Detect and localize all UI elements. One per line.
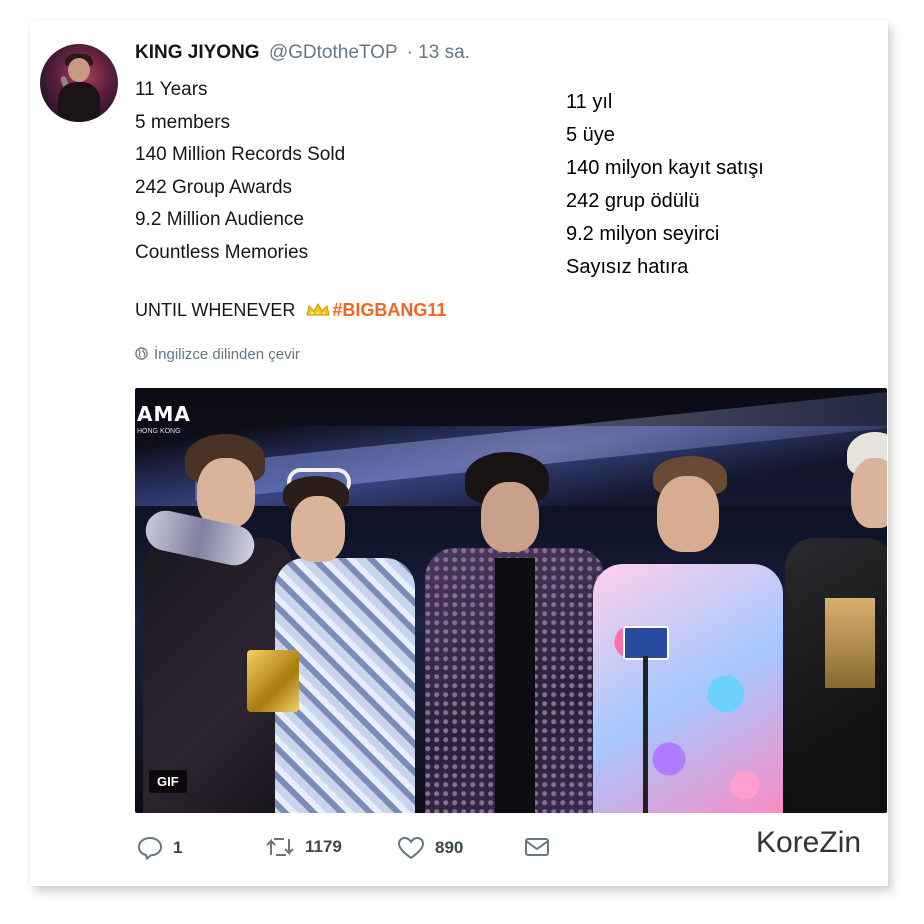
tweet-media-gif[interactable]: AMA HONG KONG GIF	[135, 388, 887, 813]
performer-figure	[255, 458, 415, 813]
translation-line: 5 üye	[566, 124, 615, 146]
gif-badge: GIF	[149, 770, 187, 793]
envelope-icon	[525, 838, 549, 856]
translate-link[interactable]: İngilizce dilinden çevir	[135, 346, 300, 363]
avatar[interactable]	[40, 44, 118, 122]
author-name[interactable]: KING JIYONG	[135, 42, 260, 63]
tweet-line: 242 Group Awards	[135, 176, 293, 198]
retweet-count: 1179	[305, 837, 342, 856]
tweet-line: 11 Years	[135, 79, 208, 100]
translation-line: 242 grup ödülü	[566, 190, 700, 212]
tweet-text: 11 Years 5 members 140 Million Records S…	[135, 74, 345, 269]
tweet-line: Countless Memories	[135, 241, 309, 263]
reply-count: 1	[173, 838, 183, 857]
tweet-time[interactable]: · 13 sa.	[407, 42, 470, 63]
reply-icon	[137, 836, 163, 860]
award-trophy	[247, 650, 299, 712]
performer-figure	[785, 428, 887, 813]
crown-emoji-icon	[306, 303, 330, 316]
site-watermark: KoreZin	[756, 826, 862, 859]
tweet-line: 9.2 Million Audience	[135, 209, 304, 230]
tweet-line: 140 Million Records Sold	[135, 144, 346, 165]
retweet-button[interactable]: 1179	[265, 836, 342, 858]
reply-button[interactable]: 1	[137, 836, 182, 860]
broadcast-logo: AMA	[137, 402, 191, 426]
like-button[interactable]: 890	[397, 836, 463, 860]
hashtag-link[interactable]: #BIGBANG11	[332, 300, 446, 320]
tweet-closing-line: UNTIL WHENEVER #BIGBANG11	[135, 300, 446, 321]
heart-icon	[397, 836, 425, 860]
performer-figure	[583, 456, 793, 813]
translation-line: Sayısız hatıra	[566, 256, 689, 278]
tweet-header: KING JIYONG @GDtotheTOP · 13 sa.	[135, 42, 470, 64]
author-handle[interactable]: @GDtotheTOP	[269, 42, 397, 63]
translation-line: 9.2 milyon seyirci	[566, 223, 720, 245]
translation-line: 11 yıl	[566, 91, 613, 113]
translation-line: 140 milyon kayıt satışı	[566, 157, 764, 179]
translation-overlay: 11 yıl 5 üye 140 milyon kayıt satışı 242…	[566, 86, 764, 284]
direct-message-button[interactable]	[523, 836, 551, 858]
like-count: 890	[435, 838, 464, 857]
translate-label: İngilizce dilinden çevir	[154, 346, 300, 363]
tweet-line: 5 members	[135, 111, 231, 133]
until-text: UNTIL WHENEVER	[135, 300, 296, 320]
retweet-icon	[266, 838, 294, 856]
globe-icon	[135, 347, 148, 360]
